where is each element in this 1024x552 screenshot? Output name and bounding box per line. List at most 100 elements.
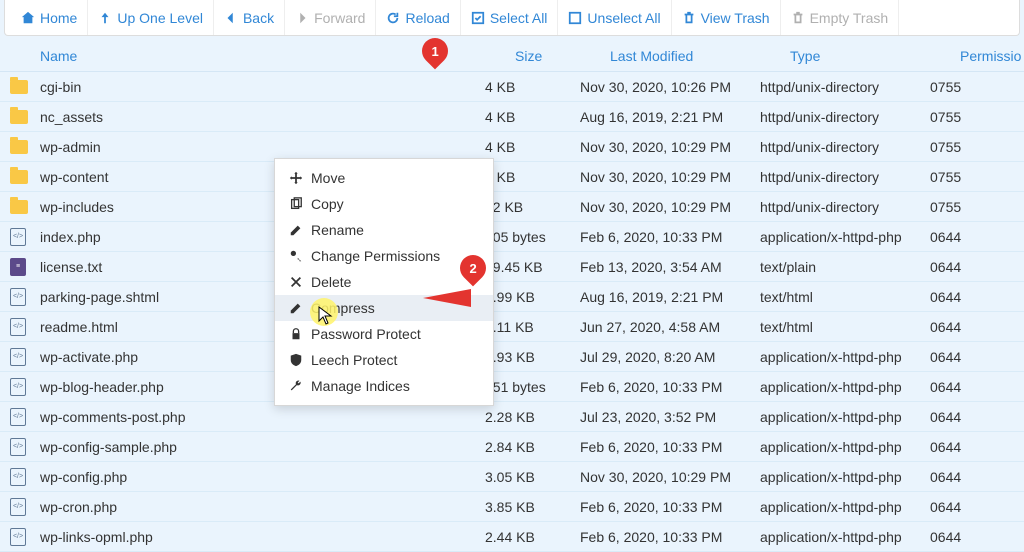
file-size: 4 KB xyxy=(485,169,580,185)
table-row[interactable]: nc_assets4 KBAug 16, 2019, 2:21 PMhttpd/… xyxy=(0,102,1024,132)
file-permissions: 0755 xyxy=(930,79,1014,95)
file-type: application/x-httpd-php xyxy=(760,349,930,365)
context-copy[interactable]: Copy xyxy=(275,191,493,217)
context-menu: Move Copy Rename Change Permissions Dele… xyxy=(274,158,494,406)
file-modified: Nov 30, 2020, 10:26 PM xyxy=(580,79,760,95)
table-row[interactable]: </>wp-config-sample.php2.84 KBFeb 6, 202… xyxy=(0,432,1024,462)
file-modified: Nov 30, 2020, 10:29 PM xyxy=(580,469,760,485)
table-row[interactable]: </>wp-activate.php6.93 KBJul 29, 2020, 8… xyxy=(0,342,1024,372)
reload-button[interactable]: Reload xyxy=(376,0,460,35)
select-all-icon xyxy=(471,11,485,25)
context-move[interactable]: Move xyxy=(275,165,493,191)
file-type: httpd/unix-directory xyxy=(760,169,930,185)
file-permissions: 0644 xyxy=(930,409,1014,425)
toolbar: Home Up One Level Back Forward Reload Se… xyxy=(4,0,1020,36)
unselect-all-icon xyxy=(568,11,582,25)
context-leech-protect[interactable]: Leech Protect xyxy=(275,347,493,373)
table-row[interactable]: cgi-bin4 KBNov 30, 2020, 10:26 PMhttpd/u… xyxy=(0,72,1024,102)
file-permissions: 0644 xyxy=(930,259,1014,275)
folder-icon xyxy=(10,200,28,214)
home-icon xyxy=(21,11,35,25)
delete-icon xyxy=(289,275,303,289)
folder-icon xyxy=(10,110,28,124)
table-row[interactable]: </>readme.html7.11 KBJun 27, 2020, 4:58 … xyxy=(0,312,1024,342)
table-row[interactable]: wp-admin4 KBNov 30, 2020, 10:29 PMhttpd/… xyxy=(0,132,1024,162)
up-arrow-icon xyxy=(98,11,112,25)
back-arrow-icon xyxy=(224,11,238,25)
file-size: 6.93 KB xyxy=(485,349,580,365)
folder-icon xyxy=(10,140,28,154)
view-trash-button[interactable]: View Trash xyxy=(672,0,781,35)
file-modified: Aug 16, 2019, 2:21 PM xyxy=(580,109,760,125)
file-type: application/x-httpd-php xyxy=(760,409,930,425)
forward-button: Forward xyxy=(285,0,376,35)
select-all-label: Select All xyxy=(490,10,548,26)
forward-label: Forward xyxy=(314,10,365,26)
file-list: cgi-bin4 KBNov 30, 2020, 10:26 PMhttpd/u… xyxy=(0,72,1024,552)
context-manage-indices[interactable]: Manage Indices xyxy=(275,373,493,399)
context-password-protect[interactable]: Password Protect xyxy=(275,321,493,347)
col-permissions[interactable]: Permissio xyxy=(960,48,1021,64)
file-modified: Nov 30, 2020, 10:29 PM xyxy=(580,199,760,215)
table-row[interactable]: </>wp-links-opml.php2.44 KBFeb 6, 2020, … xyxy=(0,522,1024,552)
php-file-icon: </> xyxy=(10,348,26,366)
table-row[interactable]: wp-includes12 KBNov 30, 2020, 10:29 PMht… xyxy=(0,192,1024,222)
file-name: nc_assets xyxy=(40,109,485,125)
col-modified[interactable]: Last Modified xyxy=(610,48,790,64)
file-type: httpd/unix-directory xyxy=(760,199,930,215)
context-rename[interactable]: Rename xyxy=(275,217,493,243)
file-permissions: 0755 xyxy=(930,199,1014,215)
file-size: 4 KB xyxy=(485,79,580,95)
file-size: 4.99 KB xyxy=(485,289,580,305)
up-one-level-button[interactable]: Up One Level xyxy=(88,0,214,35)
file-size: 3.05 KB xyxy=(485,469,580,485)
file-type: httpd/unix-directory xyxy=(760,109,930,125)
unselect-all-button[interactable]: Unselect All xyxy=(558,0,671,35)
context-delete-label: Delete xyxy=(311,274,351,290)
table-row[interactable]: </>index.php405 bytesFeb 6, 2020, 10:33 … xyxy=(0,222,1024,252)
col-size[interactable]: Size xyxy=(515,48,610,64)
file-name: wp-comments-post.php xyxy=(40,409,485,425)
file-permissions: 0644 xyxy=(930,319,1014,335)
select-all-button[interactable]: Select All xyxy=(461,0,559,35)
trash-icon xyxy=(682,11,696,25)
reload-label: Reload xyxy=(405,10,449,26)
table-row[interactable]: </>wp-comments-post.php2.28 KBJul 23, 20… xyxy=(0,402,1024,432)
php-file-icon: </> xyxy=(10,468,26,486)
home-button[interactable]: Home xyxy=(11,0,88,35)
table-row[interactable]: </>parking-page.shtml4.99 KBAug 16, 2019… xyxy=(0,282,1024,312)
file-name: cgi-bin xyxy=(40,79,485,95)
context-indices-label: Manage Indices xyxy=(311,378,410,394)
lock-icon xyxy=(289,327,303,341)
file-size: 4 KB xyxy=(485,139,580,155)
copy-icon xyxy=(289,197,303,211)
file-type: application/x-httpd-php xyxy=(760,229,930,245)
trash-icon xyxy=(791,11,805,25)
file-type: application/x-httpd-php xyxy=(760,499,930,515)
forward-arrow-icon xyxy=(295,11,309,25)
file-size: 2.84 KB xyxy=(485,439,580,455)
move-icon xyxy=(289,171,303,185)
file-size: 12 KB xyxy=(485,199,580,215)
table-row[interactable]: ≡license.txt19.45 KBFeb 13, 2020, 3:54 A… xyxy=(0,252,1024,282)
table-row[interactable]: </>wp-cron.php3.85 KBFeb 6, 2020, 10:33 … xyxy=(0,492,1024,522)
html-file-icon: </> xyxy=(10,288,26,306)
file-name: wp-config-sample.php xyxy=(40,439,485,455)
compress-icon xyxy=(289,301,303,315)
back-button[interactable]: Back xyxy=(214,0,285,35)
empty-trash-label: Empty Trash xyxy=(810,10,889,26)
table-row[interactable]: wp-content4 KBNov 30, 2020, 10:29 PMhttp… xyxy=(0,162,1024,192)
file-modified: Feb 6, 2020, 10:33 PM xyxy=(580,529,760,545)
table-row[interactable]: </>wp-blog-header.php351 bytesFeb 6, 202… xyxy=(0,372,1024,402)
table-row[interactable]: </>wp-config.php3.05 KBNov 30, 2020, 10:… xyxy=(0,462,1024,492)
file-type: text/html xyxy=(760,319,930,335)
view-trash-label: View Trash xyxy=(701,10,770,26)
file-name: wp-admin xyxy=(40,139,485,155)
file-name: wp-links-opml.php xyxy=(40,529,485,545)
file-permissions: 0644 xyxy=(930,469,1014,485)
file-type: httpd/unix-directory xyxy=(760,79,930,95)
col-type[interactable]: Type xyxy=(790,48,960,64)
php-file-icon: </> xyxy=(10,228,26,246)
file-permissions: 0644 xyxy=(930,349,1014,365)
file-modified: Feb 6, 2020, 10:33 PM xyxy=(580,379,760,395)
